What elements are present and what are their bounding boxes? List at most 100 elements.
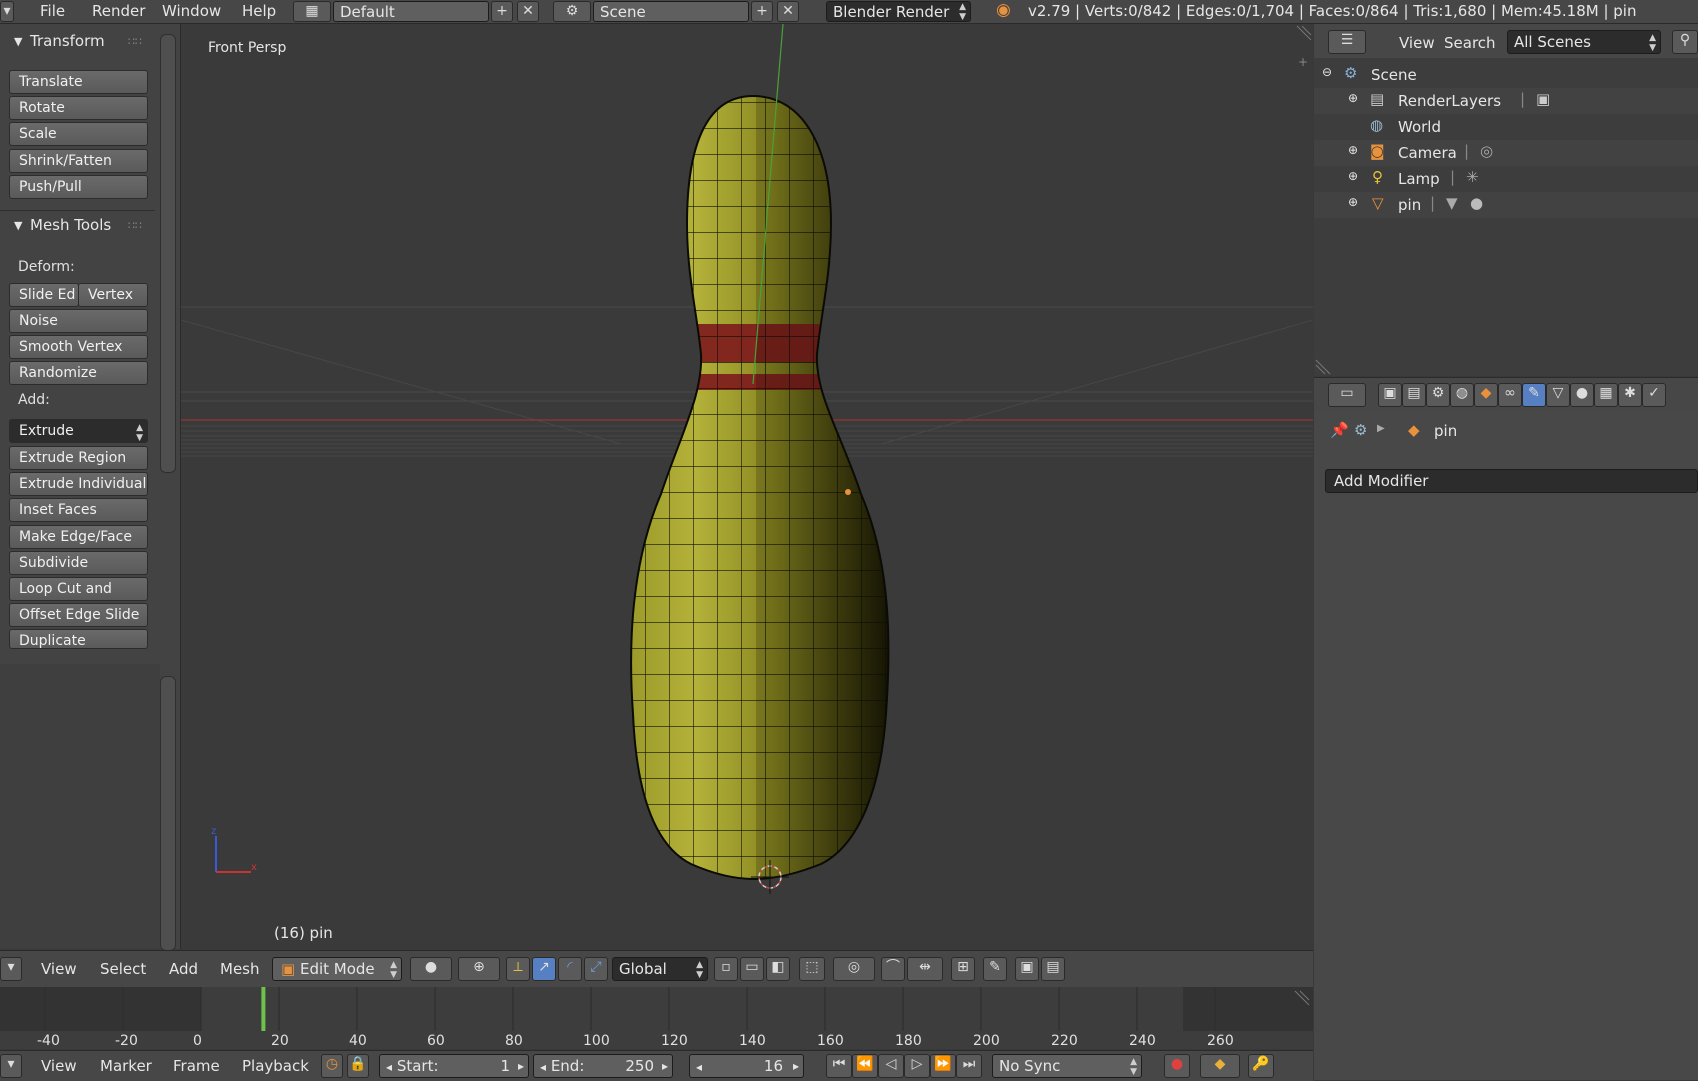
timeline[interactable]: -40 -20 0 20 40 60 80 100 120 140 160 180 200 220 240 2… (0, 987, 1313, 1049)
material-tab-icon[interactable]: ● (1570, 383, 1594, 407)
manipulator-toggle-icon[interactable]: ⟂ (506, 957, 530, 981)
decrement-arrow-icon[interactable]: ◂ (540, 1060, 546, 1074)
jump-keyframe-back-icon[interactable]: ⏪ (852, 1054, 878, 1078)
slide-vertex-button[interactable]: Vertex (78, 283, 148, 307)
push-pull-button[interactable]: Push/Pull (9, 175, 148, 199)
scene-dropdown[interactable]: Scene (593, 1, 749, 22)
sync-mode-dropdown[interactable]: No Sync ▲ ▼ (992, 1054, 1142, 1078)
menu-help[interactable]: Help (242, 2, 276, 20)
pin-mesh[interactable] (621, 84, 901, 884)
proportional-editing-icon[interactable]: ◎ (833, 957, 875, 981)
properties-toggle-icon[interactable]: + (1298, 55, 1308, 69)
timeline-menu-view[interactable]: View (41, 1057, 77, 1075)
inset-faces-button[interactable]: Inset Faces (9, 498, 148, 522)
collapse-icon[interactable]: ⊖ (1322, 65, 1332, 79)
3d-view-menu-mesh[interactable]: Mesh (220, 960, 260, 978)
extrude-region-button[interactable]: Extrude Region (9, 446, 148, 470)
drag-handle-icon[interactable]: ∷∷ (128, 219, 142, 232)
snap-target-icon[interactable]: ⊞ (951, 957, 975, 981)
3d-view-editor-type-icon[interactable]: ▾ (0, 957, 22, 981)
keyframe-icon[interactable]: 🔑 (1248, 1054, 1274, 1078)
expand-icon[interactable]: ⊕ (1348, 143, 1358, 157)
add-modifier-dropdown[interactable]: Add Modifier (1325, 469, 1698, 493)
render-engine-dropdown[interactable]: Blender Render ▲ ▼ (826, 1, 971, 22)
current-frame-field[interactable]: ◂ 16 ▸ (689, 1054, 804, 1078)
timeline-menu-marker[interactable]: Marker (100, 1057, 152, 1075)
3d-viewport[interactable]: z x + Front Persp (16) pin (181, 24, 1313, 949)
screen-layout-dropdown[interactable]: Default (333, 1, 489, 22)
render-animation-icon[interactable]: ▤ (1041, 957, 1065, 981)
toolshelf-lower-scrollbar[interactable] (160, 676, 176, 951)
slide-edge-button[interactable]: Slide Ed (9, 283, 79, 307)
menu-file[interactable]: File (40, 2, 65, 20)
jump-start-icon[interactable]: ⏮ (826, 1054, 852, 1078)
mode-dropdown[interactable]: ▣ Edit Mode ▲ ▼ (272, 957, 402, 981)
outliner-row-world[interactable]: ◍ World (1314, 114, 1698, 140)
jump-end-icon[interactable]: ⏭ (956, 1054, 982, 1078)
3d-view-menu-add[interactable]: Add (169, 960, 198, 978)
expand-icon[interactable]: ⊕ (1348, 169, 1358, 183)
texture-tab-icon[interactable]: ▦ (1594, 383, 1618, 407)
outliner-view-menu[interactable]: View (1399, 34, 1435, 52)
shrink-fatten-button[interactable]: Shrink/Fatten (9, 149, 148, 173)
3d-view-menu-view[interactable]: View (41, 960, 77, 978)
pivot-point-icon[interactable]: ⊕ (458, 957, 500, 981)
particles-tab-icon[interactable]: ✱ (1618, 383, 1642, 407)
menu-window[interactable]: Window (162, 2, 221, 20)
limit-selection-icon[interactable]: ⬚ (799, 957, 825, 981)
smooth-vertex-button[interactable]: Smooth Vertex (9, 335, 148, 359)
timeline-corner-widget-icon[interactable] (1293, 989, 1311, 1011)
layer-icon[interactable]: ✎ (983, 957, 1007, 981)
extrude-individual-button[interactable]: Extrude Individual (9, 472, 148, 496)
3d-view-menu-select[interactable]: Select (100, 960, 146, 978)
edge-select-icon[interactable]: ▭ (740, 957, 764, 981)
render-opengl-icon[interactable]: ▣ (1015, 957, 1039, 981)
add-layout-icon[interactable]: + (491, 1, 513, 22)
outliner-row-lamp[interactable]: ⊕ ♀ Lamp | ✳ (1314, 166, 1698, 192)
delete-scene-icon[interactable]: ✕ (777, 1, 799, 22)
viewport-canvas[interactable]: z x + (181, 24, 1313, 949)
expand-icon[interactable]: ⊕ (1348, 91, 1358, 105)
rotate-manipulator-icon[interactable]: ◜ (558, 957, 582, 981)
extrude-dropdown[interactable]: Extrude ▲ ▼ (9, 419, 148, 443)
snap-toggle-icon[interactable]: ⌒ (881, 957, 905, 981)
search-icon[interactable]: ⚲ (1672, 30, 1698, 54)
keying-set-icon[interactable]: ◆ (1200, 1054, 1240, 1078)
delete-layout-icon[interactable]: ✕ (517, 1, 539, 22)
expand-icon[interactable]: ⊕ (1348, 195, 1358, 209)
end-frame-field[interactable]: ◂ End: 250 ▸ (533, 1054, 673, 1078)
properties-editor-type-icon[interactable]: ▭ (1328, 383, 1366, 407)
preview-range-icon[interactable]: ◷ (321, 1054, 343, 1078)
scene-tab-icon[interactable]: ⚙ (1426, 383, 1450, 407)
outliner-search-menu[interactable]: Search (1444, 34, 1496, 52)
decrement-arrow-icon[interactable]: ◂ (696, 1060, 702, 1074)
scene-icon[interactable]: ⚙ (553, 1, 591, 22)
noise-button[interactable]: Noise (9, 309, 148, 333)
timeline-menu-playback[interactable]: Playback (242, 1057, 309, 1075)
mesh-tools-panel-header[interactable]: ▼ Mesh Tools ∷∷ (0, 216, 160, 244)
vertex-select-icon[interactable]: ▫ (714, 957, 738, 981)
modifiers-tab-icon[interactable]: ✎ (1522, 383, 1546, 407)
subdivide-button[interactable]: Subdivide (9, 551, 148, 575)
make-edge-face-button[interactable]: Make Edge/Face (9, 525, 148, 549)
render-layers-tab-icon[interactable]: ▤ (1402, 383, 1426, 407)
outliner-row-camera[interactable]: ⊕ ◙ Camera | ◎ (1314, 140, 1698, 166)
viewport-corner-widget-icon[interactable] (1296, 25, 1312, 41)
timeline-menu-frame[interactable]: Frame (173, 1057, 220, 1075)
increment-arrow-icon[interactable]: ▸ (518, 1055, 524, 1077)
rotate-button[interactable]: Rotate (9, 96, 148, 120)
translate-button[interactable]: Translate (9, 70, 148, 94)
data-tab-icon[interactable]: ▽ (1546, 383, 1570, 407)
decrement-arrow-icon[interactable]: ◂ (386, 1060, 392, 1074)
transform-panel-header[interactable]: ▼ Transform ∷∷ (0, 32, 160, 60)
outliner-scope-dropdown[interactable]: All Scenes ▲ ▼ (1507, 30, 1661, 54)
offset-edge-slide-button[interactable]: Offset Edge Slide (9, 603, 148, 627)
outliner-editor-type-icon[interactable]: ☰ (1328, 30, 1366, 54)
editor-type-icon[interactable]: ▾ (0, 1, 14, 22)
play-reverse-icon[interactable]: ◁ (878, 1054, 904, 1078)
translate-manipulator-icon[interactable]: ↗ (532, 957, 556, 981)
outliner-row-scene[interactable]: ⊖ ⚙ Scene (1314, 62, 1698, 88)
snap-element-icon[interactable]: ⇹ (907, 957, 943, 981)
object-tab-icon[interactable]: ◆ (1474, 383, 1498, 407)
jump-keyframe-forward-icon[interactable]: ⏩ (930, 1054, 956, 1078)
